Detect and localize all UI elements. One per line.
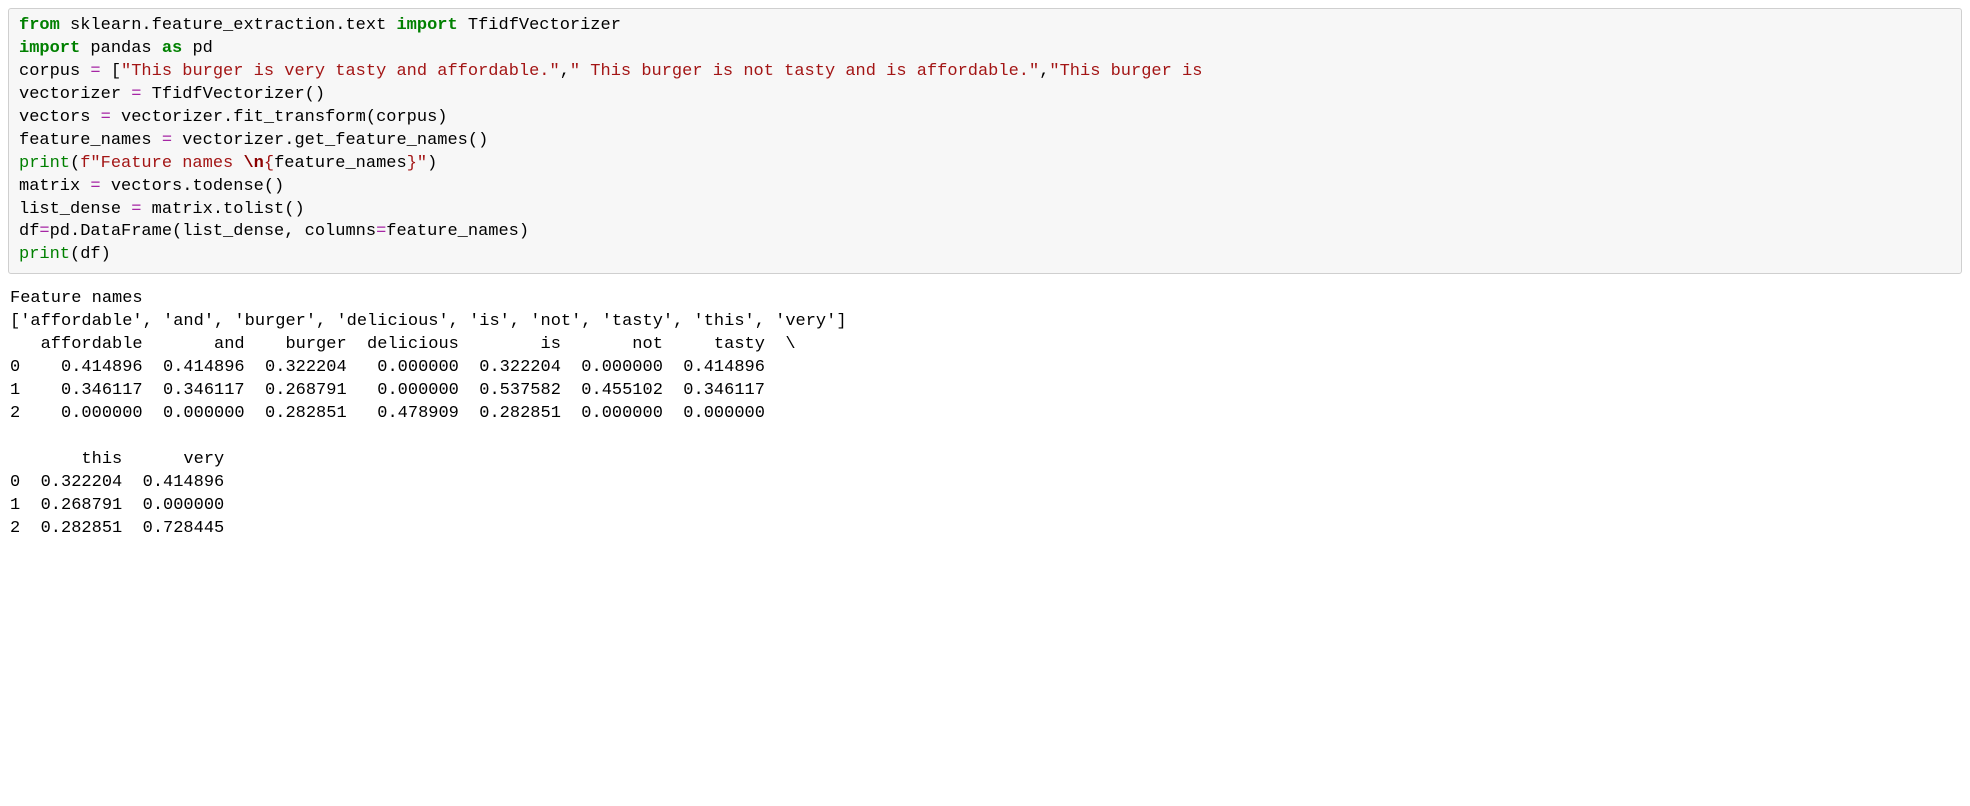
code-line-3: corpus = ["This burger is very tasty and… [19, 62, 1213, 81]
string-literal: " This burger is not tasty and is afford… [570, 62, 1039, 81]
equals-op: = [90, 177, 100, 196]
output-line: affordable and burger delicious is not t… [10, 335, 796, 354]
equals-op: = [131, 200, 141, 219]
var-vectors: vectors [19, 108, 101, 127]
keyword-import: import [396, 16, 457, 35]
equals-op: = [131, 85, 141, 104]
fstring-expr: feature_names [274, 154, 407, 173]
var-corpus: corpus [19, 62, 90, 81]
arg-expr: feature_names) [386, 222, 529, 241]
call-args: (df) [70, 245, 111, 264]
code-line-2: import pandas as pd [19, 39, 213, 58]
module-name: pandas [80, 39, 162, 58]
code-line-10: df=pd.DataFrame(list_dense, columns=feat… [19, 222, 529, 241]
keyword-import: import [19, 39, 80, 58]
call-expr: vectors.todense() [101, 177, 285, 196]
output-line: 1 0.268791 0.000000 [10, 496, 245, 515]
code-line-6: feature_names = vectorizer.get_feature_n… [19, 131, 488, 150]
equals-op: = [39, 222, 49, 241]
call-expr: TfidfVectorizer() [141, 85, 325, 104]
output-line: 1 0.346117 0.346117 0.268791 0.000000 0.… [10, 381, 796, 400]
open-paren: ( [70, 154, 80, 173]
output-line: 2 0.000000 0.000000 0.282851 0.478909 0.… [10, 404, 796, 423]
code-line-7: print(f"Feature names \n{feature_names}"… [19, 154, 437, 173]
output-line: 2 0.282851 0.728445 [10, 519, 245, 538]
output-cell: Feature names ['affordable', 'and', 'bur… [8, 284, 1962, 544]
equals-op: = [162, 131, 172, 150]
comma: , [560, 62, 570, 81]
keyword-from: from [19, 16, 60, 35]
close-brace: } [407, 154, 417, 173]
output-line: Feature names [10, 289, 153, 308]
space [101, 62, 111, 81]
code-line-1: from sklearn.feature_extraction.text imp… [19, 16, 621, 35]
var-list-dense: list_dense [19, 200, 131, 219]
string-literal: "This burger is very tasty and affordabl… [121, 62, 560, 81]
output-line: 0 0.322204 0.414896 [10, 473, 245, 492]
equals-op: = [101, 108, 111, 127]
escape-newline: \n [243, 154, 263, 173]
call-expr: matrix.tolist() [141, 200, 304, 219]
var-matrix: matrix [19, 177, 90, 196]
output-line: this very [10, 450, 245, 469]
module-path: sklearn.feature_extraction.text [60, 16, 397, 35]
code-cell: from sklearn.feature_extraction.text imp… [8, 8, 1962, 274]
code-line-11: print(df) [19, 245, 111, 264]
equals-op: = [376, 222, 386, 241]
var-df: df [19, 222, 39, 241]
close-paren: ) [427, 154, 437, 173]
open-brace: { [264, 154, 274, 173]
alias-name: pd [182, 39, 213, 58]
string-literal: "This burger is [1049, 62, 1212, 81]
builtin-print: print [19, 154, 70, 173]
open-bracket: [ [111, 62, 121, 81]
code-line-8: matrix = vectors.todense() [19, 177, 284, 196]
equals-op: = [90, 62, 100, 81]
call-expr: pd.DataFrame(list_dense, columns [50, 222, 376, 241]
code-line-5: vectors = vectorizer.fit_transform(corpu… [19, 108, 447, 127]
call-expr: vectorizer.get_feature_names() [172, 131, 488, 150]
output-line: ['affordable', 'and', 'burger', 'delicio… [10, 312, 847, 331]
call-expr: vectorizer.fit_transform(corpus) [111, 108, 448, 127]
close-quote: " [417, 154, 427, 173]
keyword-as: as [162, 39, 182, 58]
comma: , [1039, 62, 1049, 81]
builtin-print: print [19, 245, 70, 264]
var-feature-names: feature_names [19, 131, 162, 150]
import-object: TfidfVectorizer [458, 16, 621, 35]
code-line-9: list_dense = matrix.tolist() [19, 200, 305, 219]
output-line: 0 0.414896 0.414896 0.322204 0.000000 0.… [10, 358, 796, 377]
fstring-prefix: f"Feature names [80, 154, 243, 173]
code-line-4: vectorizer = TfidfVectorizer() [19, 85, 325, 104]
var-vectorizer: vectorizer [19, 85, 131, 104]
